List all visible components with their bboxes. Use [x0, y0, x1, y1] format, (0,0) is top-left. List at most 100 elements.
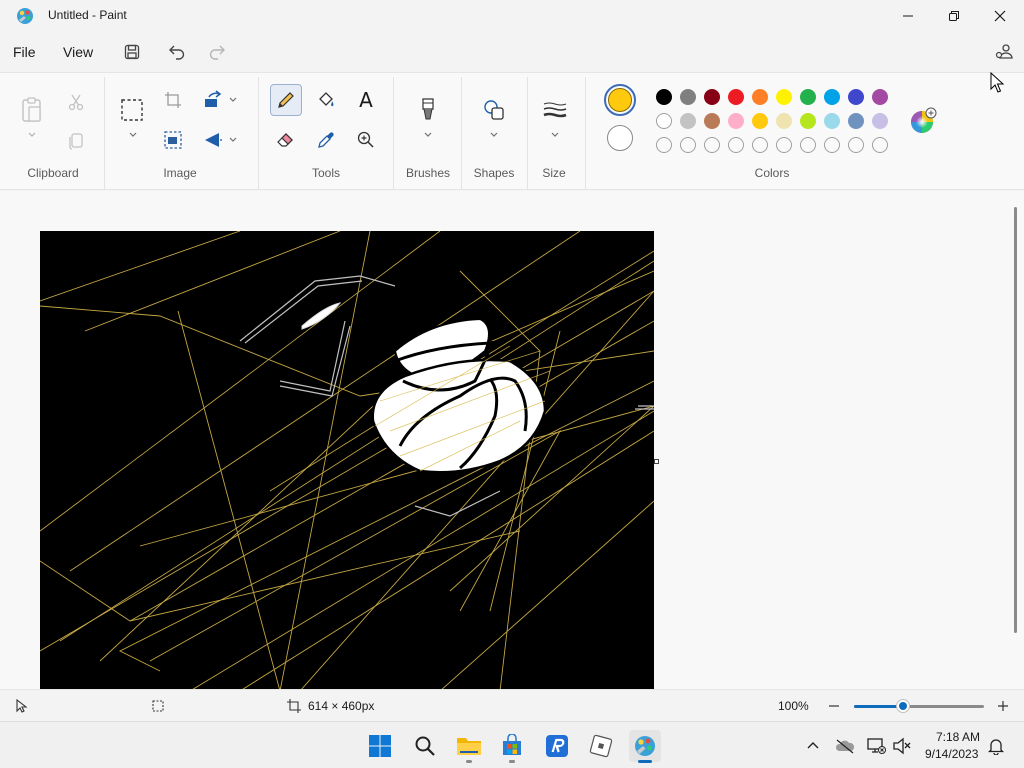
- canvas-resize-handle[interactable]: [654, 459, 659, 464]
- network-icon: [867, 738, 886, 754]
- flip-button[interactable]: [198, 125, 228, 155]
- vertical-scrollbar[interactable]: [1014, 207, 1017, 633]
- palette-swatch[interactable]: [704, 89, 720, 105]
- palette-swatch[interactable]: [776, 89, 792, 105]
- size-button[interactable]: [540, 95, 570, 125]
- onedrive-tray[interactable]: [835, 736, 855, 756]
- custom-color-slot[interactable]: [728, 137, 744, 153]
- palette-swatch[interactable]: [656, 89, 672, 105]
- cut-icon: [68, 94, 84, 111]
- palette-swatch[interactable]: [656, 113, 672, 129]
- zoom-slider-thumb[interactable]: [897, 700, 910, 712]
- taskbar-paint[interactable]: [629, 730, 661, 763]
- paint-bucket-icon: [319, 92, 334, 107]
- palette-swatch[interactable]: [680, 89, 696, 105]
- palette-swatch[interactable]: [776, 113, 792, 129]
- brushes-group-label: Brushes: [405, 166, 451, 180]
- palette-swatch[interactable]: [824, 89, 840, 105]
- custom-color-slot[interactable]: [848, 137, 864, 153]
- taskbar-search-button[interactable]: [409, 730, 441, 762]
- resize-icon: [164, 131, 182, 149]
- selection-size-icon: [152, 700, 164, 712]
- magnifier-tool[interactable]: [351, 125, 381, 155]
- drawing-canvas[interactable]: [40, 231, 654, 689]
- edit-colors-icon[interactable]: [909, 107, 937, 135]
- notifications-button[interactable]: [986, 736, 1006, 756]
- zoom-slider[interactable]: [854, 700, 984, 712]
- palette-swatch[interactable]: [824, 113, 840, 129]
- start-button[interactable]: [364, 730, 396, 762]
- account-settings-icon[interactable]: [992, 40, 1016, 64]
- crop-button[interactable]: [158, 85, 188, 115]
- palette-swatch[interactable]: [872, 89, 888, 105]
- network-tray[interactable]: [866, 736, 886, 756]
- brushes-dropdown-icon[interactable]: [423, 131, 433, 139]
- custom-color-slot[interactable]: [872, 137, 888, 153]
- copy-icon: [69, 133, 83, 150]
- palette-swatch[interactable]: [752, 113, 768, 129]
- file-menu[interactable]: File: [13, 44, 36, 60]
- taskbar-roblox-studio[interactable]: [541, 730, 573, 762]
- zoom-out-icon[interactable]: [827, 699, 841, 713]
- resize-button[interactable]: [158, 125, 188, 155]
- size-dropdown-icon[interactable]: [550, 131, 560, 139]
- palette-swatch[interactable]: [800, 113, 816, 129]
- show-hidden-icons-button[interactable]: [803, 736, 823, 756]
- palette-swatch[interactable]: [704, 113, 720, 129]
- rotate-dropdown-icon[interactable]: [228, 96, 238, 104]
- custom-color-slot[interactable]: [776, 137, 792, 153]
- color-1-selector[interactable]: [604, 84, 636, 116]
- palette-swatch[interactable]: [752, 89, 768, 105]
- view-menu[interactable]: View: [63, 44, 93, 60]
- palette-swatch[interactable]: [872, 113, 888, 129]
- palette-swatch[interactable]: [728, 89, 744, 105]
- paste-dropdown-icon[interactable]: [27, 131, 37, 139]
- close-button[interactable]: [977, 0, 1023, 32]
- menu-bar: File View: [0, 32, 1024, 72]
- shapes-dropdown-icon[interactable]: [489, 131, 499, 139]
- custom-color-slot[interactable]: [800, 137, 816, 153]
- taskbar-file-explorer[interactable]: [453, 730, 485, 763]
- zoom-slider-fill: [854, 705, 904, 708]
- select-button[interactable]: [117, 95, 147, 125]
- save-icon[interactable]: [120, 40, 144, 64]
- color-picker-tool[interactable]: [311, 125, 341, 155]
- pencil-tool[interactable]: [270, 84, 302, 116]
- select-dropdown-icon[interactable]: [128, 131, 138, 139]
- minimize-button[interactable]: [885, 0, 931, 32]
- custom-color-slot[interactable]: [752, 137, 768, 153]
- paste-button[interactable]: [17, 95, 47, 125]
- custom-color-slot[interactable]: [704, 137, 720, 153]
- restore-button[interactable]: [931, 0, 977, 32]
- rotate-icon: [205, 90, 222, 107]
- volume-tray[interactable]: [892, 736, 912, 756]
- palette-swatch[interactable]: [848, 113, 864, 129]
- palette-swatch[interactable]: [800, 89, 816, 105]
- palette-swatch[interactable]: [848, 89, 864, 105]
- undo-icon[interactable]: [165, 40, 189, 64]
- palette-swatch[interactable]: [728, 113, 744, 129]
- color-2-selector[interactable]: [607, 125, 633, 151]
- text-tool[interactable]: A: [351, 85, 381, 115]
- taskbar-roblox[interactable]: [585, 730, 617, 762]
- cut-button[interactable]: [61, 87, 91, 117]
- rotate-button[interactable]: [198, 85, 228, 115]
- zoom-in-icon[interactable]: [996, 699, 1010, 713]
- fill-tool[interactable]: [311, 85, 341, 115]
- clock-time[interactable]: 7:18 AM: [936, 730, 980, 744]
- eraser-tool[interactable]: [271, 125, 301, 155]
- copy-button[interactable]: [61, 125, 91, 155]
- shapes-button[interactable]: [479, 95, 509, 125]
- zoom-level-text[interactable]: 100%: [778, 699, 809, 713]
- stroke-size-icon: [543, 102, 567, 118]
- redo-icon[interactable]: [205, 40, 229, 64]
- onedrive-offline-icon: [835, 739, 855, 754]
- palette-swatch[interactable]: [680, 113, 696, 129]
- clock-date[interactable]: 9/14/2023: [925, 747, 978, 761]
- custom-color-slot[interactable]: [656, 137, 672, 153]
- flip-dropdown-icon[interactable]: [228, 136, 238, 144]
- brushes-button[interactable]: [413, 95, 443, 125]
- custom-color-slot[interactable]: [680, 137, 696, 153]
- taskbar-microsoft-store[interactable]: [496, 730, 528, 763]
- custom-color-slot[interactable]: [824, 137, 840, 153]
